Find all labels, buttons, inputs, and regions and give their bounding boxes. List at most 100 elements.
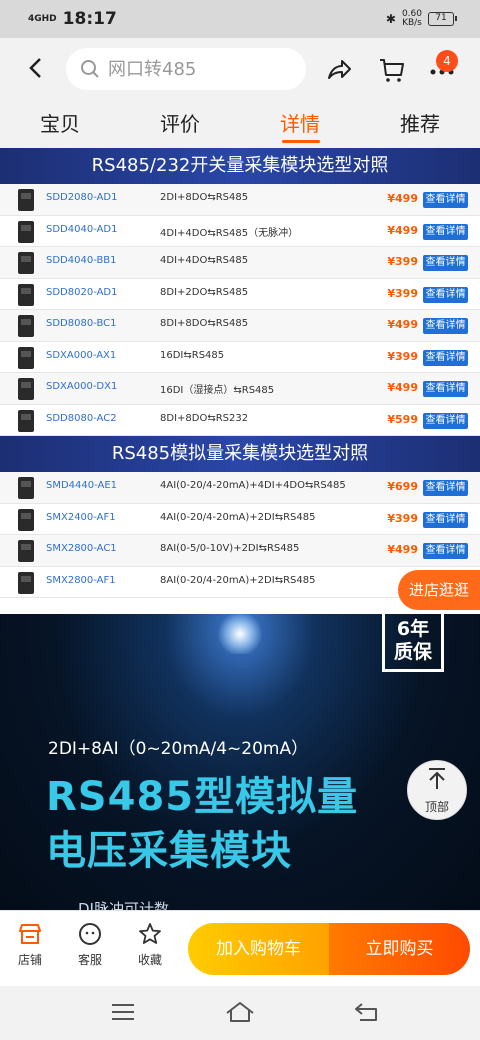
tab-item[interactable]: 宝贝 — [40, 108, 80, 137]
home-icon — [226, 1002, 254, 1022]
search-icon — [80, 59, 100, 79]
view-details-button[interactable]: 查看详情 — [423, 511, 468, 528]
tab-details[interactable]: 详情 — [280, 108, 320, 137]
section-header: RS485模拟量采集模块选型对照 — [0, 436, 480, 472]
arrow-up-icon — [408, 767, 466, 798]
service-button[interactable]: 客服 — [68, 921, 112, 968]
tab-bar: 宝贝 评价 详情 推荐 — [0, 100, 480, 148]
product-desc: 2DI+8DO⇆RS485 — [160, 192, 249, 203]
service-label: 客服 — [77, 953, 102, 967]
view-details-button[interactable]: 查看详情 — [423, 192, 468, 208]
table-row: SDD4040-BB1 4DI+4DO⇆RS485 ¥399 查看详情 — [0, 247, 480, 279]
product-image — [18, 571, 34, 594]
store-label: 店铺 — [17, 953, 42, 967]
view-details-button[interactable]: 查看详情 — [423, 381, 468, 397]
product-price: ¥699 — [387, 480, 418, 493]
product-price: ¥599 — [387, 412, 418, 426]
add-to-cart-button[interactable]: 加入购物车 — [188, 923, 329, 975]
view-details-button[interactable]: 查看详情 — [423, 286, 468, 303]
product-price: ¥399 — [387, 255, 418, 268]
product-image — [18, 508, 34, 531]
product-model[interactable]: SMX2400-AF1 — [46, 512, 116, 523]
product-desc: 8DI+2DO⇆RS485 — [160, 286, 249, 298]
status-time: 18:17 — [62, 9, 117, 29]
star-icon — [139, 923, 161, 944]
table-row: SMD4440-AE1 4AI(0-20/4-20mA)+4DI+4DO⇆RS4… — [0, 472, 480, 504]
home-button[interactable] — [224, 1000, 254, 1024]
product-model[interactable]: SDD8020-AD1 — [46, 287, 118, 298]
bluetooth-icon: ✱ — [385, 12, 396, 26]
cart-button[interactable] — [378, 56, 406, 84]
banner-title-line1: RS485型模拟量 — [46, 774, 359, 820]
product-price: ¥499 — [387, 381, 418, 394]
view-details-button[interactable]: 查看详情 — [423, 318, 468, 334]
table-row: SDD8080-AC2 8DI+8DO⇆RS232 ¥599 查看详情 — [0, 404, 480, 436]
product-image — [18, 220, 34, 243]
product-model[interactable]: SDD8080-BC1 — [46, 318, 116, 329]
search-input[interactable] — [108, 58, 298, 80]
product-price: ¥499 — [387, 318, 418, 331]
visit-store-button[interactable]: 进店逛逛 — [398, 570, 480, 610]
product-price: ¥499 — [387, 543, 418, 556]
view-details-button[interactable]: 查看详情 — [423, 543, 468, 559]
section-header: RS485/232开关量采集模块选型对照 — [0, 148, 480, 184]
table-row: SDD8020-AD1 8DI+2DO⇆RS485 ¥399 查看详情 — [0, 278, 480, 310]
product-model[interactable]: SDD4040-AD1 — [46, 224, 118, 235]
product-model[interactable]: SDD8080-AC2 — [46, 413, 117, 424]
back-button[interactable] — [22, 54, 50, 82]
menu-button[interactable] — [108, 1000, 138, 1024]
top-nav: 4 — [0, 38, 480, 100]
product-price: ¥399 — [387, 349, 418, 363]
product-model[interactable]: SMX2800-AF1 — [46, 575, 116, 586]
product-model[interactable]: SDD4040-BB1 — [46, 255, 117, 266]
favorite-button[interactable]: 收藏 — [128, 921, 172, 968]
warranty-years: 6年 — [396, 618, 430, 640]
product-model[interactable]: SDD2080-AD1 — [46, 192, 118, 203]
share-button[interactable] — [325, 56, 353, 84]
search-box[interactable] — [66, 48, 306, 90]
tab-reviews[interactable]: 评价 — [160, 108, 200, 137]
product-image — [18, 477, 34, 499]
back-system-button[interactable] — [352, 1000, 382, 1024]
product-image — [18, 315, 34, 337]
status-bar: 4GHD 18:17 ✱ 0.60 KB/s 71 — [0, 0, 480, 38]
view-details-button[interactable]: 查看详情 — [423, 349, 468, 366]
banner-spec: 2DI+8AI（0~20mA/4~20mA） — [48, 739, 309, 759]
return-icon — [355, 1003, 377, 1021]
product-model[interactable]: SMD4440-AE1 — [46, 480, 117, 491]
buy-now-button[interactable]: 立即购买 — [329, 923, 470, 975]
signal-indicator: 4GHD — [28, 13, 57, 24]
product-image — [18, 189, 34, 211]
view-details-button[interactable]: 查看详情 — [423, 412, 468, 429]
cart-icon — [380, 59, 404, 82]
product-model[interactable]: SMX2800-AC1 — [46, 543, 117, 554]
product-desc: 8AI(0-20/4-20mA)+2DI⇆RS485 — [160, 574, 316, 586]
product-desc: 8DI+8DO⇆RS485 — [160, 318, 249, 329]
product-image — [18, 378, 34, 400]
tab-recommend[interactable]: 推荐 — [400, 108, 440, 137]
product-image — [18, 540, 34, 562]
view-details-button[interactable]: 查看详情 — [423, 480, 468, 496]
product-image — [18, 346, 34, 369]
product-price: ¥499 — [387, 192, 418, 205]
product-image — [18, 252, 34, 274]
light-glow — [215, 614, 265, 654]
product-model[interactable]: SDXA000-AX1 — [46, 350, 116, 361]
table-row: SDD2080-AD1 2DI+8DO⇆RS485 ¥499 查看详情 — [0, 184, 480, 216]
view-details-button[interactable]: 查看详情 — [423, 223, 468, 240]
back-to-top-button[interactable]: 顶部 — [407, 760, 467, 820]
warranty-label: 质保 — [393, 641, 432, 663]
battery-icon: 71 — [428, 12, 457, 26]
chat-face-icon — [79, 923, 101, 945]
table-row: SDD4040-AD1 4DI+4DO⇆RS485（无脉冲） ¥499 查看详情 — [0, 215, 480, 247]
network-speed: 0.60 KB/s — [402, 10, 422, 28]
favorite-label: 收藏 — [137, 953, 162, 967]
product-desc: 4AI(0-20/4-20mA)+2DI⇆RS485 — [160, 511, 316, 523]
warranty-badge: 6年 质保 — [382, 614, 444, 672]
store-button[interactable]: 店铺 — [8, 921, 52, 968]
product-model[interactable]: SDXA000-DX1 — [46, 381, 117, 392]
banner-partial-text: DI脉冲可计数 — [78, 900, 169, 910]
view-details-button[interactable]: 查看详情 — [423, 255, 468, 271]
table-row: SDD8080-BC1 8DI+8DO⇆RS485 ¥499 查看详情 — [0, 310, 480, 342]
table-row: SDXA000-AX1 16DI⇆RS485 ¥399 查看详情 — [0, 341, 480, 373]
